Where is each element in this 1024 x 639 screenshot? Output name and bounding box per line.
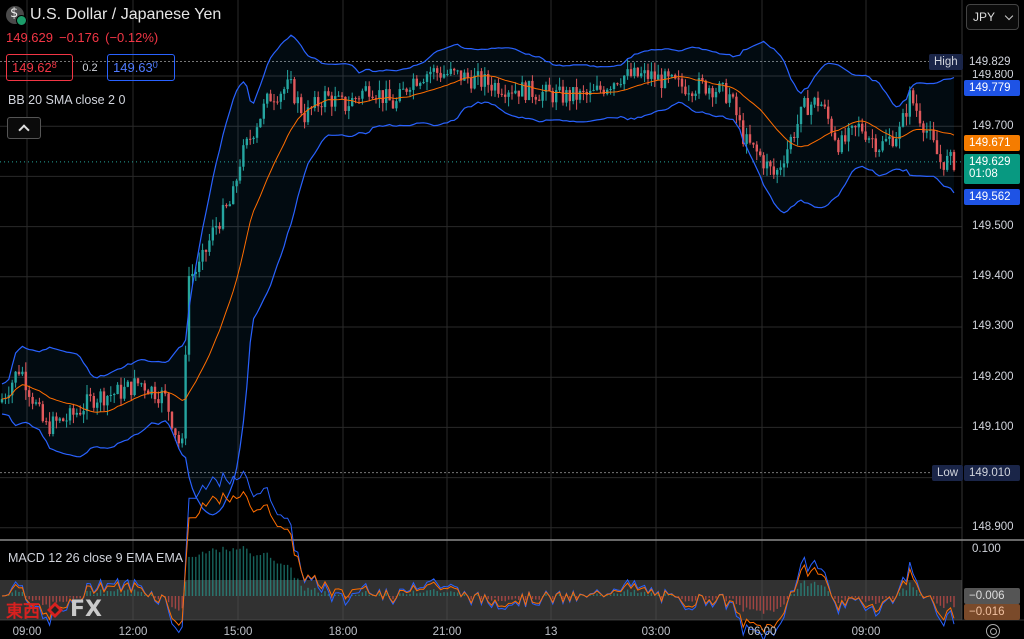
bollinger-bands-legend[interactable]: BB 20 SMA close 2 0: [8, 93, 125, 107]
buy-button[interactable]: 149.630: [107, 54, 175, 81]
last-price-value: 149.629: [969, 156, 1011, 168]
time-tick: 21:00: [432, 626, 462, 638]
low-label-tag: Low: [932, 465, 964, 481]
price-tick: 149.400: [972, 270, 1014, 282]
price-tick: 149.500: [972, 220, 1014, 232]
macd-value-tag: −0.006: [964, 588, 1020, 604]
price-tick: 149.700: [972, 120, 1014, 132]
currency-pair-icon: [6, 6, 27, 26]
time-tick: 18:00: [328, 626, 358, 638]
price-tick: 149.200: [972, 371, 1014, 383]
bid-ask-panel: 149.628 0.2 149.630: [6, 54, 175, 81]
time-tick: 12:00: [118, 626, 148, 638]
price-tick: 149.100: [972, 421, 1014, 433]
bb-fill: [2, 35, 954, 515]
bb-mid-tag: 149.671: [964, 135, 1020, 151]
symbol-title: U.S. Dollar / Japanese Yen: [30, 6, 222, 23]
price-change-percent: (−0.12%): [105, 30, 159, 45]
last-price: 149.629: [6, 30, 53, 45]
bb-lower-tag: 149.562: [964, 189, 1020, 205]
macd-tick: 0.100: [972, 543, 1001, 555]
high-value-tag: 149.829: [964, 54, 1020, 70]
currency-select-value: JPY: [973, 10, 996, 24]
chevron-down-icon: [1004, 11, 1014, 21]
signal-value-tag: −0.016: [964, 604, 1020, 620]
currency-select[interactable]: JPY: [966, 4, 1019, 30]
price-change: −0.176: [59, 30, 100, 45]
high-label-tag: High: [929, 54, 963, 70]
price-change-line: 149.629 −0.176 (−0.12%): [6, 30, 221, 45]
low-value-tag: 149.010: [964, 465, 1020, 481]
symbol-header: U.S. Dollar / Japanese Yen 149.629 −0.17…: [6, 6, 221, 45]
logo-fx: FX: [70, 597, 102, 622]
spread-value: 0.2: [82, 61, 98, 74]
time-tick: 09:00: [12, 626, 42, 638]
last-price-tag: 149.629 01:08: [964, 154, 1020, 184]
sell-button[interactable]: 149.628: [6, 54, 73, 81]
macd-legend[interactable]: MACD 12 26 close 9 EMA EMA: [8, 551, 183, 565]
time-tick: 09:00: [851, 626, 881, 638]
price-tick: 148.900: [972, 521, 1014, 533]
bar-countdown: 01:08: [969, 168, 998, 180]
price-chart[interactable]: [0, 0, 1024, 639]
collapse-legend-button[interactable]: [7, 117, 41, 139]
ask-price: 149.63: [113, 60, 153, 75]
logo-mark-icon: [47, 601, 63, 618]
logo-kanji: 東西: [6, 602, 40, 622]
time-tick: 13: [544, 626, 558, 638]
broker-logo: 東西 FX: [6, 597, 102, 622]
time-tick: 03:00: [641, 626, 671, 638]
chevron-up-icon: [18, 124, 30, 136]
price-tick: 149.300: [972, 320, 1014, 332]
bid-price: 149.62: [12, 60, 52, 75]
bid-pip: 8: [51, 60, 57, 70]
settings-gear-icon[interactable]: [986, 624, 1000, 638]
ask-pip: 0: [152, 60, 158, 70]
candle-body: [191, 273, 194, 276]
time-tick: 15:00: [223, 626, 253, 638]
time-tick: 06:00: [747, 626, 777, 638]
bb-upper-tag: 149.779: [964, 80, 1020, 96]
